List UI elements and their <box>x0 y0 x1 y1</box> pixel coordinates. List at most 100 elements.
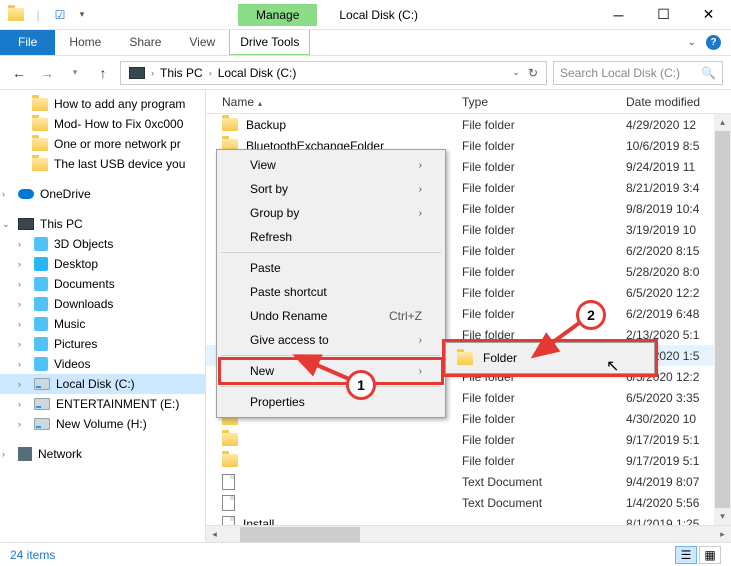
search-input[interactable]: Search Local Disk (C:) 🔍 <box>553 61 723 85</box>
menu-refresh[interactable]: Refresh <box>220 225 442 249</box>
scroll-left-icon[interactable]: ◂ <box>206 526 223 543</box>
folder-icon <box>222 454 238 467</box>
file-list[interactable]: TheGeekPage.com View› Sort by› Group by›… <box>206 114 731 525</box>
back-button[interactable]: ← <box>8 62 30 84</box>
expand-ribbon-icon[interactable]: ⌄ <box>688 37 696 48</box>
file-type: Text Document <box>462 496 626 510</box>
thispc-node[interactable]: ⌄This PC <box>0 214 205 234</box>
minimize-button[interactable]: ─ <box>596 0 641 30</box>
pc-icon <box>18 218 34 230</box>
cursor-icon: ↖ <box>606 356 619 376</box>
nav-item-videos[interactable]: ›Videos <box>0 354 205 374</box>
file-name: Backup <box>246 118 286 132</box>
file-tab[interactable]: File <box>0 30 55 55</box>
chevron-right-icon[interactable]: › <box>209 68 212 78</box>
quick-access-item[interactable]: One or more network pr <box>0 134 205 154</box>
close-button[interactable]: ✕ <box>686 0 731 30</box>
icons-view-button[interactable]: ▦ <box>699 546 721 564</box>
recent-dropdown-icon[interactable]: ▾ <box>64 62 86 84</box>
address-dropdown-icon[interactable]: ⌄ <box>512 67 520 78</box>
menu-paste[interactable]: Paste <box>220 256 442 280</box>
menu-group-by[interactable]: Group by› <box>220 201 442 225</box>
chevron-right-icon[interactable]: › <box>151 68 154 78</box>
documents-icon <box>34 277 48 291</box>
chevron-right-icon: › <box>419 335 422 346</box>
nav-item-music[interactable]: ›Music <box>0 314 205 334</box>
file-type: File folder <box>462 412 626 426</box>
horizontal-scrollbar[interactable]: ◂ ▸ <box>206 525 731 542</box>
column-date[interactable]: Date modified <box>626 95 731 109</box>
scrollbar-thumb[interactable] <box>240 527 360 542</box>
vertical-scrollbar[interactable]: ▴ ▾ <box>714 114 731 525</box>
up-button[interactable]: ↑ <box>92 62 114 84</box>
file-type: File folder <box>462 265 626 279</box>
scrollbar-thumb[interactable] <box>715 131 730 508</box>
quick-access-item[interactable]: The last USB device you <box>0 154 205 174</box>
column-type[interactable]: Type <box>462 95 626 109</box>
nav-item-drive-e[interactable]: ›ENTERTAINMENT (E:) <box>0 394 205 414</box>
file-date: 8/21/2019 3:4 <box>626 181 699 195</box>
status-bar: 24 items ☰ ▦ <box>0 542 731 566</box>
annotation-2: 2 <box>576 300 606 330</box>
nav-item-3dobjects[interactable]: ›3D Objects <box>0 234 205 254</box>
breadcrumb-drive[interactable]: Local Disk (C:) <box>214 66 301 80</box>
network-node[interactable]: ›Network <box>0 444 205 464</box>
window-controls: ─ ☐ ✕ <box>596 0 731 30</box>
nav-item-local-disk-c[interactable]: ›Local Disk (C:) <box>0 374 205 394</box>
pc-icon[interactable] <box>125 67 149 79</box>
onedrive-node[interactable]: ›OneDrive <box>0 184 205 204</box>
window-title: Local Disk (C:) <box>317 8 418 22</box>
details-view-button[interactable]: ☰ <box>675 546 697 564</box>
network-icon <box>18 447 32 461</box>
column-name[interactable]: Name▴ <box>206 95 462 109</box>
chevron-right-icon[interactable]: › <box>2 189 12 199</box>
file-date: 2/13/2020 5:1 <box>626 328 699 342</box>
chevron-right-icon: › <box>419 184 422 195</box>
menu-separator <box>221 252 441 253</box>
quick-access-item[interactable]: How to add any program <box>0 94 205 114</box>
menu-give-access[interactable]: Give access to› <box>220 328 442 352</box>
quick-access-item[interactable]: Mod- How to Fix 0xc000 <box>0 114 205 134</box>
file-row[interactable]: File folder9/17/2019 5:1 <box>206 429 731 450</box>
breadcrumb[interactable]: › This PC › Local Disk (C:) ⌄ ↻ <box>120 61 547 85</box>
menu-paste-shortcut[interactable]: Paste shortcut <box>220 280 442 304</box>
checkmark-icon[interactable]: ☑ <box>52 7 68 23</box>
forward-button[interactable]: → <box>36 62 58 84</box>
help-icon[interactable]: ? <box>706 35 721 50</box>
menu-properties[interactable]: Properties <box>220 390 442 414</box>
view-tab[interactable]: View <box>175 30 229 55</box>
drive-tools-tab[interactable]: Drive Tools <box>229 30 310 55</box>
chevron-right-icon: › <box>419 160 422 171</box>
file-row[interactable]: File folder9/17/2019 5:1 <box>206 450 731 471</box>
nav-item-pictures[interactable]: ›Pictures <box>0 334 205 354</box>
document-icon <box>222 474 235 490</box>
nav-item-desktop[interactable]: ›Desktop <box>0 254 205 274</box>
nav-item-drive-h[interactable]: ›New Volume (H:) <box>0 414 205 434</box>
separator-icon: | <box>30 7 46 23</box>
nav-item-downloads[interactable]: ›Downloads <box>0 294 205 314</box>
menu-view[interactable]: View› <box>220 153 442 177</box>
home-tab[interactable]: Home <box>55 30 115 55</box>
file-row[interactable]: Text Document9/4/2019 8:07 <box>206 471 731 492</box>
dropdown-icon[interactable]: ▾ <box>74 7 90 23</box>
nav-item-documents[interactable]: ›Documents <box>0 274 205 294</box>
file-date: 9/4/2019 8:07 <box>626 475 699 489</box>
maximize-button[interactable]: ☐ <box>641 0 686 30</box>
file-date: 4/29/2020 12 <box>626 118 696 132</box>
file-row[interactable]: Text Document1/4/2020 5:56 <box>206 492 731 513</box>
share-tab[interactable]: Share <box>115 30 175 55</box>
breadcrumb-thispc[interactable]: This PC <box>156 66 207 80</box>
scroll-up-icon[interactable]: ▴ <box>714 114 731 131</box>
folder-icon <box>32 98 48 111</box>
folder-icon <box>222 433 238 446</box>
scroll-right-icon[interactable]: ▸ <box>714 526 731 543</box>
menu-sort-by[interactable]: Sort by› <box>220 177 442 201</box>
chevron-down-icon[interactable]: ⌄ <box>2 219 12 230</box>
menu-undo[interactable]: Undo RenameCtrl+Z <box>220 304 442 328</box>
scroll-down-icon[interactable]: ▾ <box>714 508 731 525</box>
refresh-icon[interactable]: ↻ <box>528 66 538 80</box>
file-row[interactable]: Install8/1/2019 1:25 <box>206 513 731 525</box>
file-type: File folder <box>462 181 626 195</box>
desktop-icon <box>34 257 48 271</box>
file-row[interactable]: BackupFile folder4/29/2020 12 <box>206 114 731 135</box>
